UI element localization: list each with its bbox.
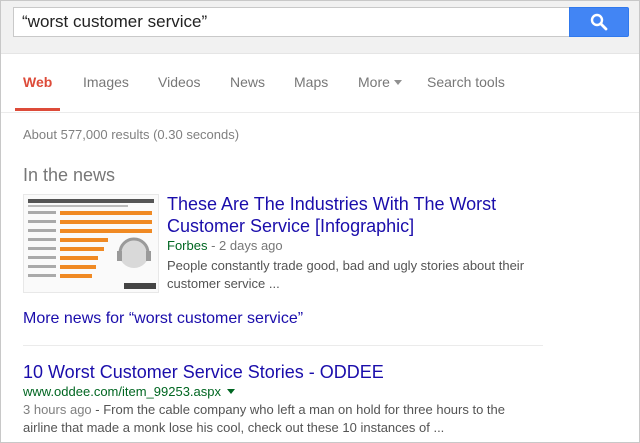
news-snippet-line1: People constantly trade good, bad and ug… — [167, 258, 525, 273]
news-source: Forbes — [167, 238, 208, 253]
news-section-heading: In the news — [23, 165, 116, 185]
chevron-down-icon — [393, 79, 402, 85]
result-stats: About 577,000 results (0.30 seconds) — [23, 127, 240, 142]
search-icon — [590, 13, 608, 31]
search-header — [1, 1, 639, 54]
more-news-link[interactable]: More news for “worst customer service” — [23, 310, 303, 328]
active-tab-indicator — [15, 108, 60, 111]
search-box[interactable] — [13, 7, 569, 37]
search-input[interactable] — [22, 8, 562, 36]
tab-more-label: More — [358, 74, 390, 90]
tab-more[interactable]: More — [358, 74, 402, 90]
search-tabs: Web Images Videos News Maps More Search … — [1, 54, 639, 113]
news-meta-separator: - — [207, 238, 220, 253]
result-snippet: 3 hours ago - From the cable company who… — [23, 401, 523, 437]
news-thumbnail[interactable] — [23, 194, 159, 293]
news-meta: Forbes - 2 days ago — [167, 238, 283, 253]
result-age: 3 hours ago — [23, 402, 92, 417]
result-url: www.oddee.com/item_99253.aspx — [23, 384, 236, 399]
result-url-text: www.oddee.com/item_99253.aspx — [23, 384, 222, 399]
news-article-title[interactable]: These Are The Industries With The Worst … — [167, 193, 517, 237]
tab-maps[interactable]: Maps — [294, 74, 328, 90]
news-snippet-line2: customer service ... — [167, 276, 280, 291]
search-button[interactable] — [569, 7, 629, 37]
news-title-line2: Customer Service [Infographic] — [167, 216, 415, 236]
tab-images[interactable]: Images — [83, 74, 129, 90]
news-age: 2 days ago — [219, 238, 283, 253]
news-title-line1: These Are The Industries With The Worst — [167, 194, 497, 214]
tab-videos[interactable]: Videos — [158, 74, 201, 90]
tab-search-tools[interactable]: Search tools — [427, 74, 505, 90]
tab-news[interactable]: News — [230, 74, 265, 90]
tab-web[interactable]: Web — [23, 74, 52, 90]
news-snippet: People constantly trade good, bad and ug… — [167, 257, 547, 293]
url-dropdown-icon[interactable] — [227, 389, 236, 395]
result-snippet-line2: airline that made a monk lose his cool, … — [23, 420, 445, 435]
section-divider — [23, 345, 543, 346]
result-snippet-line1: - From the cable company who left a man … — [91, 402, 505, 417]
result-title[interactable]: 10 Worst Customer Service Stories - ODDE… — [23, 362, 384, 383]
infographic-thumbnail-icon — [28, 199, 156, 289]
